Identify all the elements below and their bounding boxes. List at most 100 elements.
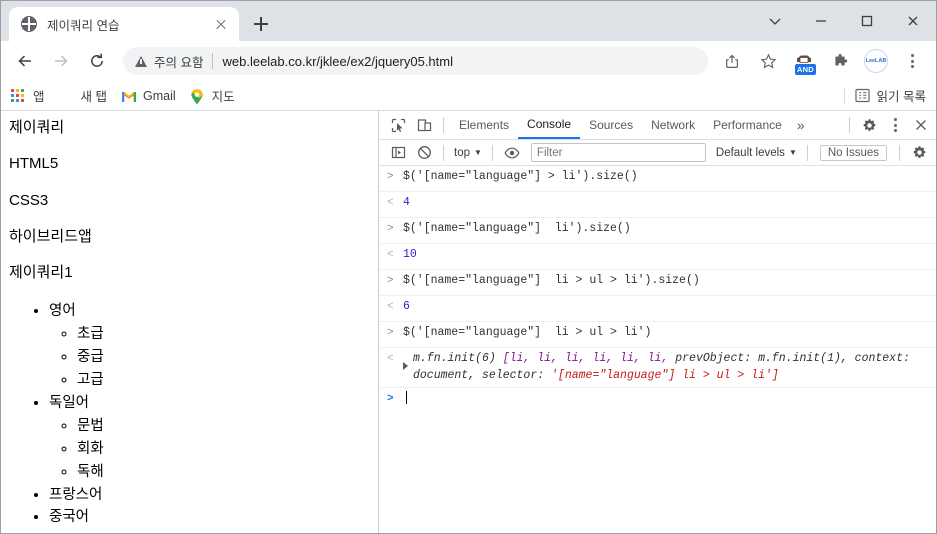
chevron-down-icon: ▼ — [474, 148, 482, 157]
browser-tab[interactable]: 제이쿼리 연습 — [9, 7, 239, 41]
expand-triangle-icon[interactable] — [403, 362, 408, 370]
console-input-row[interactable]: > $('[name="language"] li').size() — [379, 218, 936, 244]
filter-input[interactable] — [530, 143, 706, 162]
console-expression: $('[name="language"] li > ul > li') — [403, 326, 652, 339]
kebab-menu-icon[interactable] — [882, 112, 908, 138]
globe-icon — [21, 16, 37, 32]
bookmark-gmail[interactable]: Gmail — [121, 88, 176, 104]
forward-arrow-icon[interactable] — [46, 46, 76, 76]
devtools-toolbar-right — [843, 112, 934, 138]
bookmark-label: 앱 — [33, 90, 45, 104]
close-icon[interactable] — [211, 14, 231, 34]
web-page-viewport: 제이쿼리 HTML5 CSS3 하이브리드앱 제이쿼리1 영어 초급 중급 고급… — [1, 111, 378, 533]
page-heading: 제이쿼리 — [9, 119, 65, 136]
extensions-icon[interactable] — [825, 46, 855, 76]
security-warning-icon — [135, 55, 147, 67]
security-warning-text: 주의 요함 — [154, 55, 204, 70]
minimize-icon[interactable] — [798, 1, 844, 41]
tab-network[interactable]: Network — [642, 111, 704, 139]
log-levels-dropdown[interactable]: Default levels ▼ — [712, 147, 801, 159]
page-heading: HTML5 — [9, 155, 59, 173]
divider — [443, 117, 444, 133]
url-text: web.leelab.co.kr/jklee/ex2/jquery05.html — [222, 53, 453, 69]
list-item-label: 독일어 — [49, 394, 90, 411]
execution-context-selector[interactable]: top ▼ — [450, 147, 486, 159]
gear-icon[interactable] — [906, 140, 932, 166]
bookmark-maps[interactable]: 지도 — [190, 86, 235, 105]
kebab-menu-icon[interactable] — [897, 46, 927, 76]
tab-sources[interactable]: Sources — [580, 111, 642, 139]
divider — [806, 144, 808, 161]
list-item: 고급 — [77, 369, 378, 392]
console-output[interactable]: > $('[name="language"] > li').size() < 4… — [379, 166, 936, 533]
list-item: 중국어 — [49, 506, 378, 529]
extension-and-icon[interactable]: AND — [789, 46, 819, 76]
console-input-row[interactable]: > $('[name="language"] li > ul > li') — [379, 322, 936, 348]
reading-list-button[interactable]: 읽기 목록 — [843, 86, 926, 105]
console-input-row[interactable]: > $('[name="language"] > li').size() — [379, 166, 936, 192]
bookmark-new-tab[interactable]: 새 탭 — [59, 86, 107, 105]
browser-window: 제이쿼리 연습 주의 요함 web.leelab.co.kr/jklee/ex2… — [0, 0, 937, 534]
page-heading: 제이쿼리1 — [9, 264, 73, 281]
tab-elements[interactable]: Elements — [450, 111, 518, 139]
extension-badge-label: AND — [795, 64, 816, 75]
device-toolbar-icon[interactable] — [411, 112, 437, 138]
tab-performance[interactable]: Performance — [704, 111, 791, 139]
globe-icon — [59, 88, 75, 104]
new-tab-button[interactable] — [247, 10, 275, 38]
console-filter-bar: top ▼ Default levels ▼ No Issues — [379, 140, 936, 166]
more-tabs-icon[interactable]: » — [791, 117, 811, 133]
console-input-row[interactable]: > $('[name="language"] li > ul > li').si… — [379, 270, 936, 296]
maximize-icon[interactable] — [844, 1, 890, 41]
list-item: 회화 — [77, 438, 378, 461]
divider — [843, 87, 845, 104]
inspect-element-icon[interactable] — [385, 112, 411, 138]
console-result-row: < 4 — [379, 192, 936, 218]
star-icon[interactable] — [753, 46, 783, 76]
console-prompt-row[interactable]: > — [379, 388, 936, 411]
bookmarks-bar: 앱 새 탭 Gmail 지도 읽기 목록 — [1, 81, 936, 111]
tab-console[interactable]: Console — [518, 111, 581, 139]
output-arrow-icon: < — [387, 353, 394, 365]
list-item: 프랑스어 — [49, 484, 378, 507]
avatar: LeeLAB — [864, 49, 888, 73]
back-arrow-icon[interactable] — [10, 46, 40, 76]
reading-list-icon — [854, 88, 871, 104]
devtools-toolbar: Elements Console Sources Network Perform… — [379, 111, 936, 140]
clear-console-icon[interactable] — [411, 140, 437, 166]
divider — [443, 144, 444, 161]
page-heading: 하이브리드앱 — [9, 227, 92, 245]
console-expression: $('[name="language"] li > ul > li').size… — [403, 274, 700, 287]
address-bar[interactable]: 주의 요함 web.leelab.co.kr/jklee/ex2/jquery0… — [123, 47, 708, 75]
divider — [849, 117, 850, 133]
chevron-down-icon[interactable] — [752, 1, 798, 41]
devtools-panel: Elements Console Sources Network Perform… — [379, 111, 936, 533]
output-arrow-icon: < — [387, 197, 394, 209]
bookmark-label: 지도 — [211, 90, 235, 104]
object-head: m.fn.init(6) — [413, 352, 503, 365]
list-item: 중급 — [77, 346, 378, 369]
navigation-toolbar: 주의 요함 web.leelab.co.kr/jklee/ex2/jquery0… — [1, 41, 936, 81]
console-result-row: < 10 — [379, 244, 936, 270]
gear-icon[interactable] — [856, 112, 882, 138]
live-expression-icon[interactable] — [499, 140, 525, 166]
reload-icon[interactable] — [82, 46, 112, 76]
language-list: 영어 초급 중급 고급 독일어 문법 회화 독해 프랑스어 중 — [9, 300, 378, 529]
tab-title: 제이쿼리 연습 — [47, 18, 120, 33]
close-icon[interactable] — [890, 1, 936, 41]
list-item: 영어 초급 중급 고급 — [49, 300, 378, 392]
console-object-row[interactable]: < m.fn.init(6) [li, li, li, li, li, li, … — [379, 348, 936, 389]
profile-avatar[interactable]: LeeLAB — [861, 46, 891, 76]
console-sidebar-icon[interactable] — [385, 140, 411, 166]
console-object-value: m.fn.init(6) [li, li, li, li, li, li, pr… — [413, 351, 936, 384]
share-icon[interactable] — [717, 46, 747, 76]
divider — [212, 53, 214, 69]
bookmark-apps[interactable]: 앱 — [11, 86, 45, 105]
close-icon[interactable] — [908, 112, 934, 138]
object-array: [li, li, li, li, li, li, — [502, 352, 676, 365]
issues-button[interactable]: No Issues — [819, 144, 887, 161]
divider — [491, 144, 493, 161]
tab-strip: 제이쿼리 연습 — [1, 1, 936, 41]
maps-pin-icon — [190, 88, 206, 104]
console-result: 4 — [403, 196, 410, 209]
